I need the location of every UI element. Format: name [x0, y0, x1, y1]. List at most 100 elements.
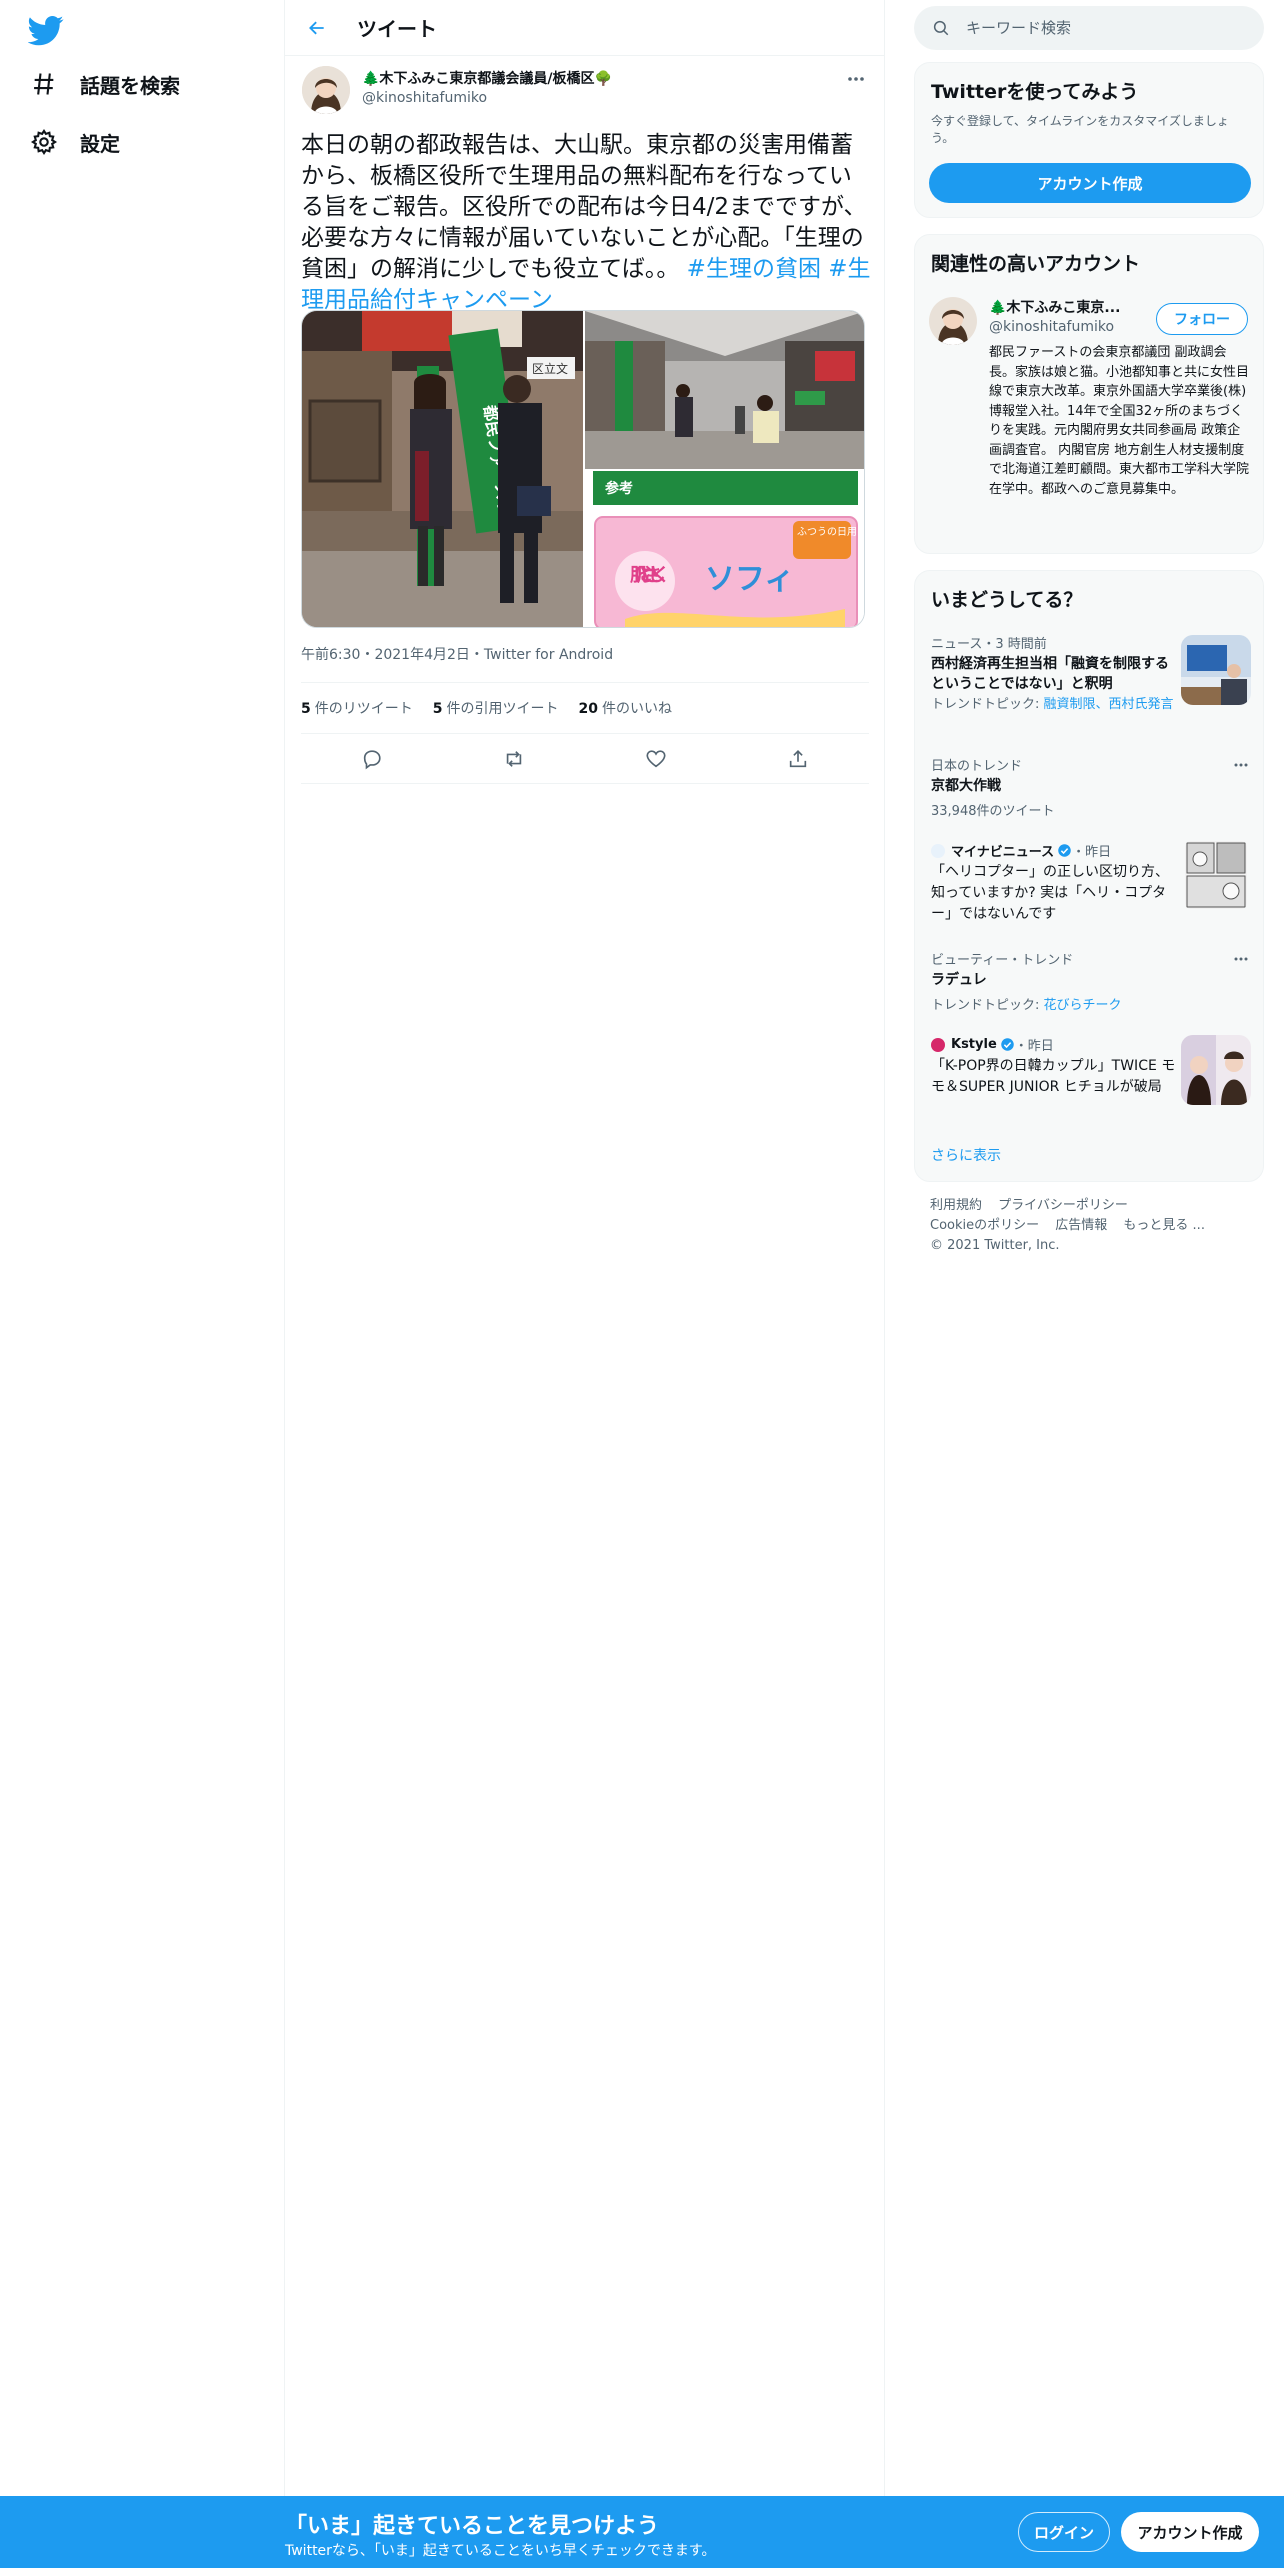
search-input[interactable] [966, 19, 1236, 37]
heart-icon [646, 749, 666, 767]
footer-privacy[interactable]: プライバシーポリシー [998, 1198, 1128, 1213]
media-product-top: ふつうの日用 [797, 526, 857, 538]
trend-meta: ビューティー・トレンド [931, 953, 1074, 968]
trend-source: Kstyle [951, 1037, 997, 1052]
reply-icon [363, 749, 381, 769]
trends-card: いまどうしてる？ ニュース・3 時間前 西村経済再生担当相「融資を制限するという… [914, 570, 1264, 1182]
trend-topic-link[interactable]: 花びらチーク [1044, 998, 1122, 1013]
tweet-timestamp[interactable]: 午前6:30・2021年4月2日・Twitter for Android [301, 644, 613, 664]
trend-more-button[interactable] [1231, 949, 1251, 969]
trend-item[interactable]: マイナビニュース ・昨日 「ヘリコプター」の正しい区切り方、知っていますか? 実… [931, 841, 1251, 937]
verified-badge-icon [1001, 1038, 1014, 1051]
nav-settings-label: 設定 [80, 131, 120, 156]
bottom-bar-title: 「いま」起きていることを見つけよう [285, 2514, 660, 2539]
trend-meta: 日本のトレンド [931, 759, 1023, 774]
page-title: ツイート [357, 17, 437, 41]
more-dots-icon [1234, 957, 1248, 961]
related-avatar-image [929, 297, 977, 345]
quotes-count: 5 [432, 701, 443, 717]
retweets-stat[interactable]: 5 件のリツイート [301, 698, 413, 718]
nav-explore[interactable]: 話題を検索 [30, 60, 180, 108]
gear-icon [30, 128, 58, 156]
trend-topic-link[interactable]: 融資制限、西村氏発言 [1044, 697, 1174, 712]
retweet-button[interactable] [496, 741, 532, 777]
login-button[interactable]: ログイン [1018, 2512, 1110, 2552]
signup-card: Twitterを使ってみよう 今すぐ登録して、タイムラインをカスタマイズしましょ… [914, 62, 1264, 218]
author-handle[interactable]: @kinoshitafumiko [362, 90, 487, 106]
follow-button[interactable]: フォロー [1156, 303, 1248, 335]
thumb-press-conference [1181, 635, 1251, 705]
footer-terms[interactable]: 利用規約 [930, 1198, 982, 1213]
reply-button[interactable] [354, 741, 390, 777]
thumb-celebrities [1181, 1035, 1251, 1105]
media-photo-1[interactable]: 都民ファースト 区立文 [302, 311, 583, 627]
trend-time: ・昨日 [1014, 1039, 1054, 1054]
footer-ads[interactable]: 広告情報 [1055, 1218, 1107, 1233]
footer-cookie[interactable]: Cookieのポリシー [930, 1218, 1039, 1233]
likes-stat[interactable]: 20 件のいいね [579, 698, 672, 718]
related-handle[interactable]: @kinoshitafumiko [989, 319, 1114, 335]
related-accounts-card: 関連性の高いアカウント 🌲木下ふみこ東京... @kinoshitafumiko… [914, 234, 1264, 554]
media-sign-text: 区立文 [532, 361, 568, 376]
trend-item[interactable]: 日本のトレンド 京都大作戦 33,948件のツイート [931, 755, 1251, 819]
share-button[interactable] [780, 741, 816, 777]
trend-more-button[interactable] [1231, 755, 1251, 775]
trend-thumbnail [1185, 841, 1247, 909]
media-product-side: 肌にやさしく [630, 565, 670, 586]
nav-explore-label: 話題を検索 [80, 73, 180, 98]
footer-more[interactable]: もっと見る ... [1123, 1218, 1205, 1233]
related-avatar[interactable] [929, 297, 977, 345]
likes-count: 20 [578, 701, 598, 717]
bottom-bar-subtitle: Twitterなら、「いま」起きていることをいち早くチェックできます。 [285, 2543, 716, 2559]
share-icon [789, 749, 807, 767]
quotes-stat[interactable]: 5 件の引用ツイート [433, 698, 559, 718]
media-photo-2[interactable] [585, 311, 864, 469]
trend-title: ラデュレ [931, 972, 987, 988]
retweets-count: 5 [301, 701, 311, 717]
related-name[interactable]: 🌲木下ふみこ東京... [989, 297, 1120, 317]
trend-tweet-count: 33,948件のツイート [931, 804, 1055, 819]
trend-item[interactable]: Kstyle ・昨日 「K-POP界の日韓カップル」TWICE モモ＆SUPER… [931, 1035, 1251, 1131]
like-button[interactable] [638, 741, 674, 777]
author-name[interactable]: 🌲木下ふみこ東京都議会議員/板橋区🌳 [362, 68, 612, 88]
back-button[interactable] [297, 8, 337, 48]
more-button[interactable] [843, 66, 869, 92]
main-column: ツイート 🌲木下ふみこ東京都議会議員/板橋区🌳 @kinoshitafumiko… [285, 0, 885, 2568]
photo-station-rally: 都民ファースト 区立文 [302, 311, 583, 627]
trend-title: 「K-POP界の日韓カップル」TWICE モモ＆SUPER JUNIOR ヒチョ… [931, 1058, 1176, 1095]
trend-source: マイナビニュース [951, 845, 1055, 860]
signup-card-title: Twitterを使ってみよう [931, 81, 1139, 103]
related-bio: 都民ファーストの会東京都議団 副政調会長。家族は娘と猫。小池都知事と共に女性目線… [989, 345, 1250, 497]
trend-title: 西村経済再生担当相「融資を制限するということではない」と釈明 [931, 656, 1169, 692]
show-more-link[interactable]: さらに表示 [931, 1145, 1001, 1165]
nav-settings[interactable]: 設定 [30, 118, 120, 166]
quotes-label: 件の引用ツイート [446, 701, 559, 717]
retweet-icon [506, 750, 522, 767]
hashtag-icon [34, 73, 54, 95]
source-logo [931, 843, 945, 858]
trend-item[interactable]: ニュース・3 時間前 西村経済再生担当相「融資を制限するということではない」と釈… [931, 633, 1251, 723]
trend-sub-prefix: トレンドトピック: [931, 998, 1044, 1013]
trend-time: ・昨日 [1072, 845, 1112, 860]
media-photo-3[interactable]: 参考 肌にやさしく ソフィ ふつうの日用 [585, 471, 864, 627]
search-bar[interactable] [914, 6, 1264, 50]
retweets-label: 件のリツイート [314, 701, 413, 717]
tweet-text: 本日の朝の都政報告は、大山駅。東京都の災害用備蓄から、板橋区役所で生理用品の無料… [301, 130, 871, 316]
signup-card-button[interactable]: アカウント作成 [929, 163, 1251, 203]
signup-card-subtitle: 今すぐ登録して、タイムラインをカスタマイズしましょう。 [931, 114, 1229, 145]
photo-product-reference: 参考 肌にやさしく ソフィ ふつうの日用 [585, 471, 864, 627]
trend-thumbnail [1181, 1035, 1251, 1105]
hashtag-link[interactable]: #生理の貧困 [687, 256, 821, 282]
footer-links: 利用規約 プライバシーポリシー Cookieのポリシー 広告情報 もっと見る .… [930, 1196, 1250, 1256]
media-caption-text: 参考 [605, 480, 633, 497]
trends-title: いまどうしてる？ [931, 589, 1083, 611]
author-avatar[interactable] [302, 66, 350, 114]
twitter-logo-icon[interactable] [28, 12, 64, 48]
trend-sub-prefix: トレンドトピック: [931, 697, 1044, 712]
related-title: 関連性の高いアカウント [931, 253, 1141, 275]
tweet-media[interactable]: 都民ファースト 区立文 参考 肌にやさしく ソフィ ふつうの日用 [301, 310, 865, 628]
signup-button[interactable]: アカウント作成 [1121, 2512, 1259, 2552]
trend-item[interactable]: ビューティー・トレンド ラデュレ トレンドトピック: 花びらチーク [931, 949, 1251, 1013]
likes-label: 件のいいね [601, 701, 672, 717]
left-navigation: 話題を検索 設定 [0, 0, 285, 2568]
